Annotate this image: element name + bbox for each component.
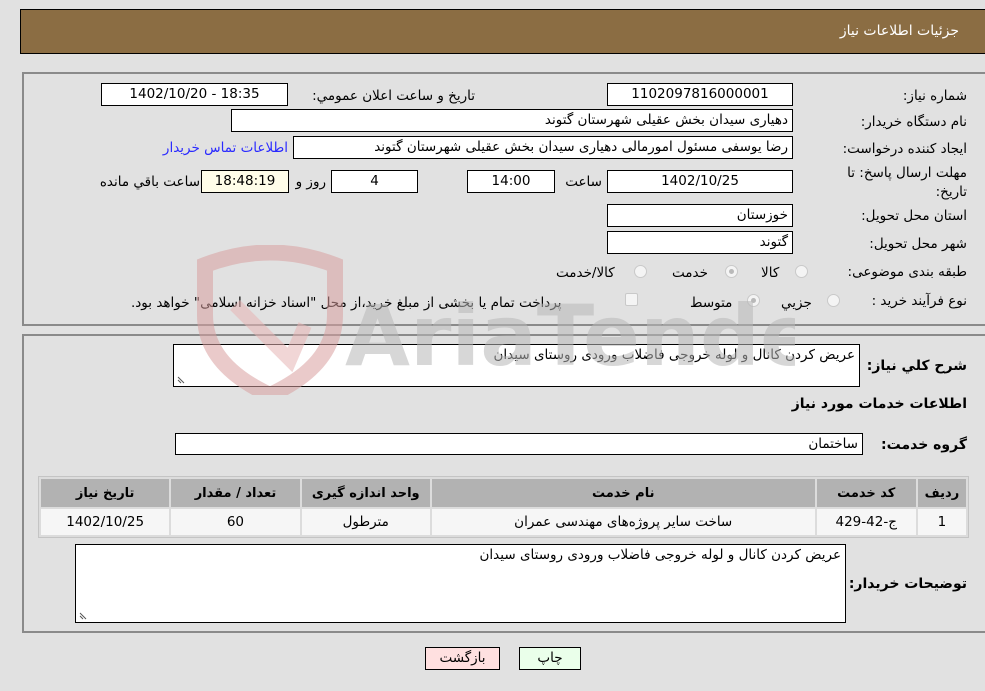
cell-service-name: ساخت سایر پروژه‌های مهندسی عمران [431, 509, 815, 535]
col-header-service-code: کد خدمت [816, 479, 916, 507]
col-header-service-name: نام خدمت [431, 479, 815, 507]
resize-grip-icon[interactable] [177, 374, 187, 384]
cell-service-code: ج-42-429 [816, 509, 916, 535]
page-title: جزئیات اطلاعات نیاز [839, 23, 959, 39]
requester-label: ایجاد کننده درخواست: [842, 141, 967, 157]
col-header-quantity: تعداد / مقدار [171, 479, 300, 507]
buyer-org-label: نام دستگاه خریدار: [860, 114, 967, 130]
summary-textarea[interactable]: عریض کردن کانال و لوله خروجی فاضلاب ورود… [173, 344, 860, 387]
col-header-need-date: تاریخ نیاز [41, 479, 170, 507]
buyer-notes-label: توضیحات خریدار: [848, 576, 967, 592]
services-table: ردیف کد خدمت نام خدمت واحد اندازه گیری ت… [38, 476, 969, 538]
resize-grip-icon[interactable] [79, 610, 89, 620]
treasury-checkbox[interactable] [625, 293, 638, 306]
process-option-medium: متوسط [690, 295, 733, 311]
col-header-row-num: ردیف [917, 479, 966, 507]
buyer-org-field: دهیاری سیدان بخش عقیلی شهرستان گتوند [231, 109, 793, 132]
days-label: روز و [295, 174, 326, 190]
back-button[interactable]: بازگشت [425, 647, 500, 670]
announce-datetime-label: تاریخ و ساعت اعلان عمومي: [312, 88, 475, 104]
category-option-goods-service: کالا/خدمت [556, 265, 615, 281]
deadline-date-field: 1402/10/25 [607, 170, 793, 193]
buyer-notes-textarea[interactable]: عریض کردن کانال و لوله خروجی فاضلاب ورود… [75, 544, 846, 623]
services-heading: اطلاعات خدمات مورد نیاز [791, 396, 967, 412]
purchase-process-label: نوع فرآیند خرید : [871, 293, 967, 309]
print-button[interactable]: چاپ [519, 647, 581, 670]
time-remaining-label: ساعت باقي مانده [99, 174, 200, 190]
category-option-service: خدمت [672, 265, 708, 281]
cell-unit: مترطول [301, 509, 430, 535]
cell-row-num: 1 [917, 509, 966, 535]
requester-field: رضا یوسفی مسئول امورمالی دهیاری سیدان بخ… [293, 136, 793, 159]
summary-text: عریض کردن کانال و لوله خروجی فاضلاب ورود… [493, 347, 855, 363]
summary-label: شرح کلي نیاز: [866, 358, 967, 374]
buyer-contact-link[interactable]: اطلاعات تماس خریدار [163, 140, 288, 156]
deadline-label: مهلت ارسال پاسخ: تا تاریخ: [847, 165, 967, 200]
cell-quantity: 60 [171, 509, 300, 535]
process-option-minor: جزيي [781, 295, 812, 311]
col-header-unit: واحد اندازه گیری [301, 479, 430, 507]
buyer-notes-text: عریض کردن کانال و لوله خروجی فاضلاب ورود… [479, 547, 841, 563]
service-group-label: گروه خدمت: [881, 437, 967, 453]
category-option-goods: کالا [761, 265, 780, 281]
city-field: گتوند [607, 231, 793, 254]
province-label: استان محل تحویل: [861, 208, 967, 224]
need-number-field: 1102097816000001 [607, 83, 793, 106]
cell-need-date: 1402/10/25 [41, 509, 170, 535]
process-radio-medium[interactable] [747, 294, 760, 307]
days-remaining-field: 4 [331, 170, 418, 193]
city-label: شهر محل تحویل: [869, 236, 967, 252]
province-field: خوزستان [607, 204, 793, 227]
deadline-time-field: 14:00 [467, 170, 555, 193]
page-header: جزئیات اطلاعات نیاز [20, 9, 985, 54]
table-header-row: ردیف کد خدمت نام خدمت واحد اندازه گیری ت… [41, 479, 966, 507]
category-radio-goods-service[interactable] [634, 265, 647, 278]
deadline-time-label: ساعت [565, 174, 602, 190]
category-label: طبقه بندی موضوعی: [847, 264, 967, 280]
category-radio-goods[interactable] [795, 265, 808, 278]
process-radio-minor[interactable] [827, 294, 840, 307]
table-row: 1 ج-42-429 ساخت سایر پروژه‌های مهندسی عم… [41, 509, 966, 535]
treasury-note: پرداخت تمام یا بخشی از مبلغ خرید،از محل … [131, 295, 562, 311]
need-number-label: شماره نیاز: [902, 88, 967, 104]
announce-datetime-field: 1402/10/20 - 18:35 [101, 83, 288, 106]
category-radio-service[interactable] [725, 265, 738, 278]
time-remaining-field: 18:48:19 [201, 170, 289, 193]
service-group-field: ساختمان [175, 433, 863, 455]
